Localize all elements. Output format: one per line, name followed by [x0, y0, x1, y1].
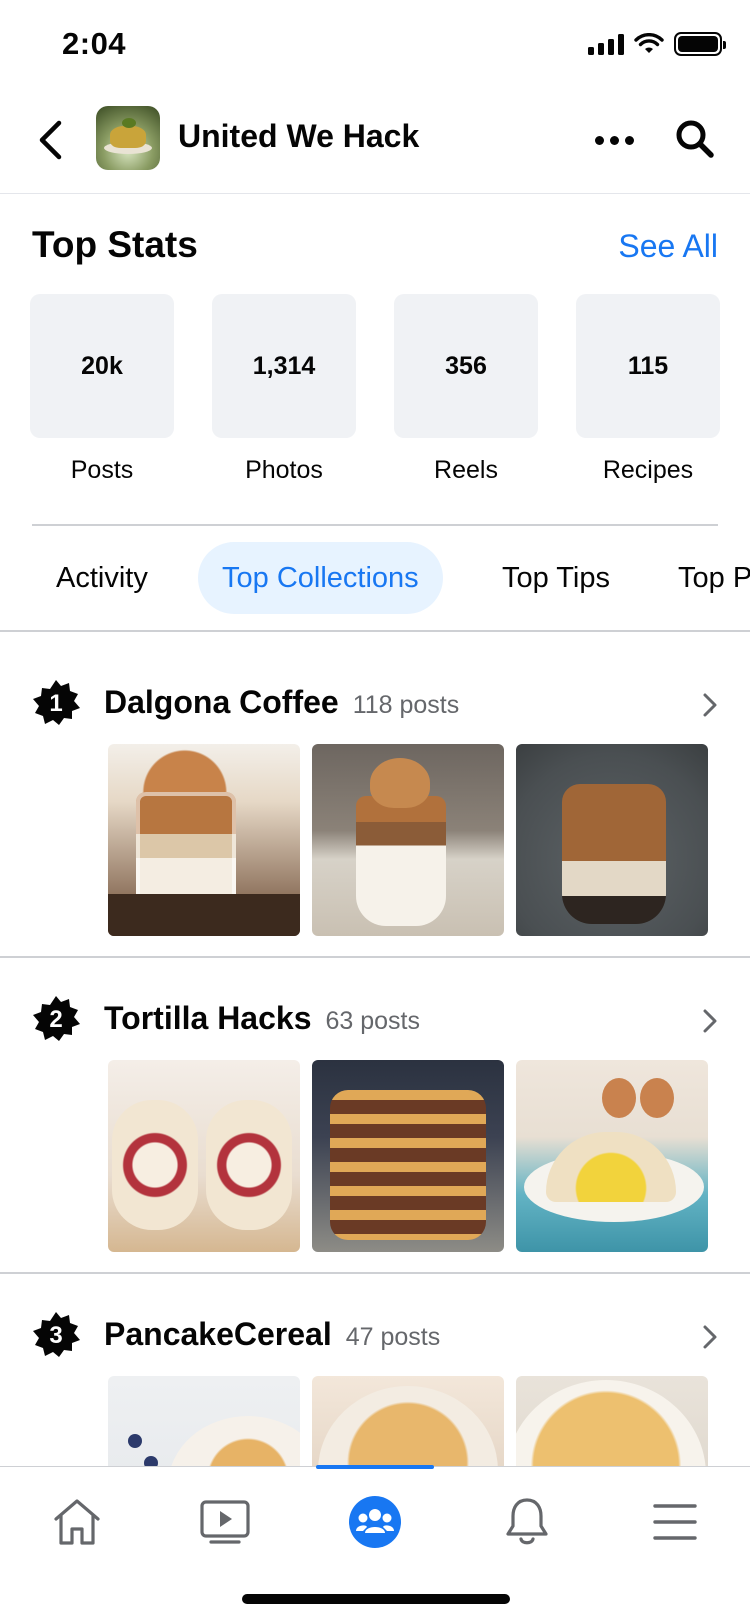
rank-badge: 2: [32, 996, 80, 1044]
collection-item[interactable]: 1 Dalgona Coffee 118 posts: [0, 642, 750, 958]
collection-count: 47 posts: [345, 1323, 441, 1351]
rank-badge: 1: [32, 680, 80, 728]
battery-icon: [674, 32, 726, 56]
see-all-link[interactable]: See All: [618, 228, 718, 265]
group-avatar[interactable]: [96, 106, 160, 170]
wifi-icon: [634, 33, 664, 53]
nav-menu[interactable]: [640, 1487, 710, 1557]
home-icon: [54, 1499, 100, 1545]
nav-video[interactable]: [190, 1487, 260, 1557]
thumbnail-image[interactable]: [516, 1060, 708, 1252]
stat-value: 20k: [30, 294, 174, 438]
rank-number: 2: [49, 1006, 63, 1033]
status-time: 2:04: [62, 26, 127, 61]
search-icon: [676, 120, 714, 158]
stat-value: 356: [394, 294, 538, 438]
collection-title: Dalgona Coffee 118 posts: [104, 684, 459, 721]
tab-top-collections[interactable]: Top Collections: [198, 542, 443, 614]
chevron-left-icon: [39, 120, 62, 160]
thumbnail-image[interactable]: [108, 1060, 300, 1252]
collection-item[interactable]: 2 Tortilla Hacks 63 posts: [0, 958, 750, 1274]
collection-title: Tortilla Hacks 63 posts: [104, 1000, 420, 1037]
divider: [0, 630, 750, 632]
stat-photos[interactable]: 1,314 Photos: [212, 294, 356, 485]
stat-value: 115: [576, 294, 720, 438]
nav-groups[interactable]: [340, 1487, 410, 1557]
collection-count: 63 posts: [325, 1007, 420, 1035]
thumbnail-image[interactable]: [312, 1060, 504, 1252]
back-button[interactable]: [24, 114, 76, 166]
collection-thumbnails: [108, 1060, 708, 1252]
rank-number: 3: [49, 1322, 63, 1349]
active-tab-indicator: [316, 1465, 434, 1469]
search-button[interactable]: [668, 112, 722, 166]
chevron-right-icon: [703, 1009, 717, 1033]
status-icons: [588, 32, 726, 56]
collection-open-button[interactable]: [698, 1006, 722, 1036]
stat-reels[interactable]: 356 Reels: [394, 294, 538, 485]
collection-count: 118 posts: [352, 691, 460, 719]
menu-icon: [653, 1504, 697, 1540]
group-header: United We Hack: [0, 92, 750, 194]
home-indicator: [242, 1594, 510, 1604]
collection-open-button[interactable]: [698, 690, 722, 720]
rank-number: 1: [49, 690, 63, 717]
collection-title: PancakeCereal 47 posts: [104, 1316, 440, 1353]
thumbnail-image[interactable]: [516, 744, 708, 936]
stat-value: 1,314: [212, 294, 356, 438]
collection-name: PancakeCereal: [104, 1316, 332, 1352]
tab-top-p[interactable]: Top P: [654, 542, 750, 614]
stat-label: Photos: [245, 456, 323, 484]
stat-label: Recipes: [602, 456, 694, 484]
cellular-signal-icon: [588, 33, 624, 55]
more-options-button[interactable]: [586, 114, 642, 166]
top-stats-title: Top Stats: [32, 224, 198, 265]
groups-icon: [349, 1496, 401, 1548]
collection-name: Dalgona Coffee: [104, 684, 339, 720]
stat-label: Reels: [434, 456, 498, 484]
more-dots-icon: [594, 135, 604, 145]
bell-icon: [506, 1498, 548, 1545]
tab-top-tips[interactable]: Top Tips: [478, 542, 634, 614]
stat-recipes[interactable]: 115 Recipes: [576, 294, 720, 485]
nav-notifications[interactable]: [492, 1487, 562, 1557]
chevron-right-icon: [703, 693, 717, 717]
rank-badge: 3: [32, 1312, 80, 1360]
thumbnail-image[interactable]: [108, 744, 300, 936]
stat-posts[interactable]: 20k Posts: [30, 294, 174, 485]
video-icon: [200, 1500, 250, 1544]
collection-tabs: Activity Top Collections Top Tips Top P: [0, 542, 750, 614]
divider: [32, 524, 718, 526]
chevron-right-icon: [703, 1325, 717, 1349]
collection-name: Tortilla Hacks: [104, 1000, 312, 1036]
stat-label: Posts: [70, 456, 134, 484]
nav-home[interactable]: [42, 1487, 112, 1557]
tab-activity[interactable]: Activity: [32, 542, 172, 614]
thumbnail-image[interactable]: [312, 744, 504, 936]
collection-thumbnails: [108, 744, 708, 936]
collection-open-button[interactable]: [698, 1322, 722, 1352]
group-name[interactable]: United We Hack: [178, 118, 419, 155]
status-bar: 2:04: [0, 0, 750, 92]
